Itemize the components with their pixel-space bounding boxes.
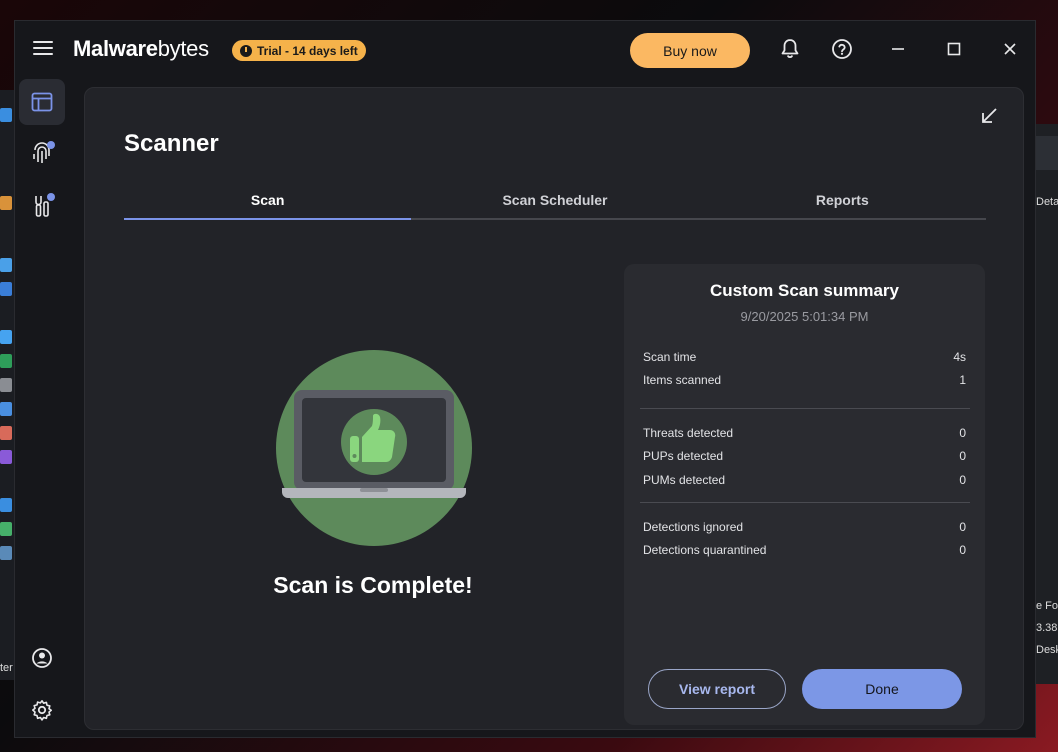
summary-row: Scan time 4s <box>643 350 966 364</box>
tab-bar: Scan Scan Scheduler Reports <box>124 183 986 220</box>
summary-row: PUPs detected 0 <box>643 449 966 463</box>
logo-text-thin: bytes <box>157 36 209 61</box>
summary-row: Threats detected 0 <box>643 426 966 440</box>
clock-icon <box>240 44 252 57</box>
desktop-app-icon <box>0 282 12 296</box>
summary-row-label: Threats detected <box>643 426 734 440</box>
desktop-text: Deskt <box>1036 644 1058 656</box>
scan-complete-illustration <box>276 350 472 546</box>
summary-row-value: 0 <box>959 543 966 557</box>
app-logo: Malwarebytes <box>73 36 209 62</box>
desktop-app-icon <box>0 108 12 122</box>
collapse-icon[interactable] <box>978 105 1000 127</box>
buy-now-button[interactable]: Buy now <box>630 33 750 68</box>
summary-row-label: Detections ignored <box>643 520 744 534</box>
summary-row-value: 0 <box>959 473 966 487</box>
sidebar-item-dashboard[interactable] <box>19 79 65 125</box>
desktop-background-left: ter <box>0 90 14 680</box>
desktop-app-icon <box>0 378 12 392</box>
summary-row-label: Items scanned <box>643 373 722 387</box>
desktop-text: Deta <box>1036 196 1058 208</box>
notification-dot <box>47 141 55 149</box>
desktop-app-icon <box>0 498 12 512</box>
close-icon[interactable] <box>999 38 1021 60</box>
desktop-app-icon <box>0 450 12 464</box>
tab-scan[interactable]: Scan <box>124 183 412 220</box>
desktop-app-icon <box>0 426 12 440</box>
bell-icon[interactable] <box>779 38 801 60</box>
sidebar-item-tools[interactable] <box>19 183 65 229</box>
settings-icon <box>31 700 52 721</box>
summary-row-value: 0 <box>959 520 966 534</box>
done-button[interactable]: Done <box>802 669 962 709</box>
summary-date: 9/20/2025 5:01:34 PM <box>740 309 869 324</box>
desktop-app-icon <box>0 546 12 560</box>
malwarebytes-window: Malwarebytes Trial - 14 days left Buy no… <box>14 20 1036 738</box>
trial-badge-label: Trial - 14 days left <box>257 43 358 58</box>
tab-reports[interactable]: Reports <box>699 183 986 218</box>
desktop-app-icon <box>0 196 12 210</box>
desktop-app-icon <box>0 402 12 416</box>
help-icon[interactable] <box>831 38 853 60</box>
desktop-app-icon <box>0 522 12 536</box>
maximize-icon[interactable] <box>943 38 965 60</box>
summary-row: Detections ignored 0 <box>643 520 966 534</box>
logo-text-bold: Malware <box>73 36 158 61</box>
summary-row-label: Scan time <box>643 350 697 364</box>
summary-row-label: PUPs detected <box>643 449 724 463</box>
summary-row-label: Detections quarantined <box>643 543 767 557</box>
view-report-button[interactable]: View report <box>648 669 786 709</box>
notification-dot <box>47 193 55 201</box>
scan-summary-card: Custom Scan summary 9/20/2025 5:01:34 PM… <box>624 264 985 725</box>
desktop-background-right: Deta e Fol 3.38 Deskt <box>1036 124 1058 684</box>
tab-scan-scheduler[interactable]: Scan Scheduler <box>411 183 698 218</box>
sidebar-item-identity[interactable] <box>19 131 65 177</box>
desktop-text: e Fol <box>1036 600 1058 612</box>
desktop-app-icon <box>0 354 12 368</box>
summary-divider <box>640 502 970 503</box>
summary-row-value: 0 <box>959 426 966 440</box>
sidebar-item-account[interactable] <box>19 635 65 681</box>
summary-row: Detections quarantined 0 <box>643 543 966 557</box>
desktop-text: ter <box>0 662 13 674</box>
desktop-text: 3.38 <box>1036 622 1058 634</box>
summary-row-value: 1 <box>959 373 966 387</box>
summary-title: Custom Scan summary <box>710 281 899 300</box>
dashboard-icon <box>31 92 53 112</box>
scanner-panel: Scanner Scan Scan Scheduler Reports Scan… <box>84 87 1024 730</box>
menu-icon[interactable] <box>33 41 53 55</box>
summary-row-label: PUMs detected <box>643 473 726 487</box>
desktop-toolbar <box>1036 136 1058 170</box>
sidebar <box>15 77 69 739</box>
desktop-app-icon <box>0 258 12 272</box>
sidebar-item-settings[interactable] <box>19 687 65 733</box>
desktop-app-icon <box>0 330 12 344</box>
page-title: Scanner <box>124 130 219 157</box>
summary-row: Items scanned 1 <box>643 373 966 387</box>
titlebar: Malwarebytes Trial - 14 days left Buy no… <box>15 21 1035 77</box>
account-icon <box>32 648 52 668</box>
summary-row-value: 4s <box>953 350 966 364</box>
minimize-icon[interactable] <box>887 38 909 60</box>
scan-status-message: Scan is Complete! <box>273 572 473 598</box>
summary-divider <box>640 408 970 409</box>
trial-badge[interactable]: Trial - 14 days left <box>232 40 366 61</box>
summary-row-value: 0 <box>959 449 966 463</box>
summary-row: PUMs detected 0 <box>643 473 966 487</box>
